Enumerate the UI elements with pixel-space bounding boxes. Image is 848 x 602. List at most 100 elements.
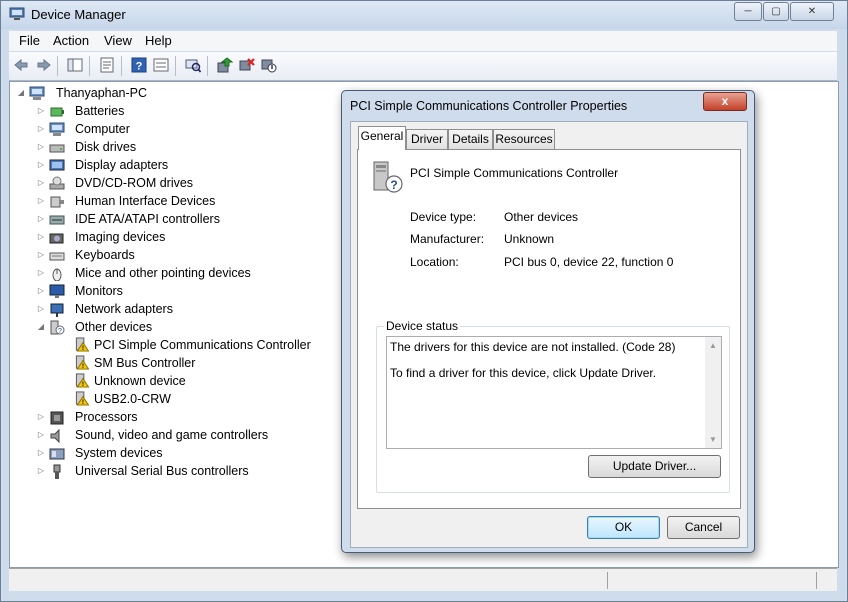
collapse-arrow-icon[interactable]: ◢: [16, 84, 26, 102]
menu-file[interactable]: File: [19, 33, 40, 48]
tree-category-label: Network adapters: [75, 302, 173, 316]
expand-arrow-icon[interactable]: ▷: [36, 102, 46, 120]
status-scrollbar[interactable]: ▲ ▼: [705, 337, 721, 448]
tab-details[interactable]: Details: [448, 129, 493, 149]
expand-arrow-icon[interactable]: ▷: [36, 120, 46, 138]
tree-category-label: IDE ATA/ATAPI controllers: [75, 212, 220, 226]
expand-arrow-icon[interactable]: ▷: [36, 426, 46, 444]
tab-general[interactable]: General: [358, 126, 406, 150]
svg-text:?: ?: [390, 178, 397, 192]
help-icon[interactable]: ?: [131, 57, 147, 73]
tree-category-label: Monitors: [75, 284, 123, 298]
expand-arrow-icon[interactable]: ▷: [36, 282, 46, 300]
minimize-button[interactable]: ─: [734, 2, 762, 21]
toolbar-separator: [207, 56, 208, 76]
tree-category-label: Imaging devices: [75, 230, 166, 244]
tree-category-label: Universal Serial Bus controllers: [75, 464, 249, 478]
status-separator: [816, 572, 817, 589]
device-name: PCI Simple Communications Controller: [410, 166, 619, 180]
device-type-value: Other devices: [504, 210, 579, 224]
expand-arrow-icon[interactable]: ▷: [36, 174, 46, 192]
disk-drive-icon: [49, 144, 65, 153]
expand-arrow-icon[interactable]: ▷: [36, 192, 46, 210]
location-label: Location:: [410, 255, 459, 269]
ok-button[interactable]: OK: [587, 516, 660, 539]
uninstall-icon[interactable]: [239, 57, 255, 73]
speaker-icon: [50, 428, 60, 443]
properties-dialog: PCI Simple Communications Controller Pro…: [341, 90, 755, 553]
svg-text:!: !: [82, 363, 84, 370]
expand-arrow-icon[interactable]: ▷: [36, 210, 46, 228]
network-adapter-icon: [50, 303, 64, 317]
tab-resources[interactable]: Resources: [493, 129, 555, 149]
dialog-body: General Driver Details Resources ? PCI S…: [350, 121, 748, 548]
dialog-title: PCI Simple Communications Controller Pro…: [350, 99, 628, 113]
menu-action[interactable]: Action: [53, 33, 89, 48]
expand-arrow-icon[interactable]: ▷: [36, 246, 46, 264]
collapse-arrow-icon[interactable]: ◢: [36, 318, 46, 336]
monitor-icon: [49, 284, 65, 298]
svg-text:!: !: [82, 399, 84, 406]
expand-arrow-icon[interactable]: ▷: [36, 462, 46, 480]
update-driver-icon[interactable]: [217, 57, 233, 73]
toolbar-separator: [57, 56, 58, 76]
status-bar: [9, 568, 837, 591]
expand-arrow-icon[interactable]: ▷: [36, 156, 46, 174]
svg-text:!: !: [82, 345, 84, 352]
tree-category-label: Display adapters: [75, 158, 169, 172]
tree-category-label: DVD/CD-ROM drives: [75, 176, 194, 190]
svg-text:?: ?: [136, 61, 143, 73]
forward-icon[interactable]: [36, 57, 52, 73]
computer-icon: [49, 122, 65, 136]
manufacturer-value: Unknown: [504, 232, 555, 246]
update-driver-button[interactable]: Update Driver...: [588, 455, 721, 478]
device-manager-icon: [9, 7, 25, 20]
device-status-textbox[interactable]: The drivers for this device are not inst…: [386, 336, 722, 449]
cancel-button[interactable]: Cancel: [667, 516, 740, 539]
keyboard-icon: [49, 252, 65, 261]
device-unknown-icon: ?: [373, 161, 403, 193]
expand-arrow-icon[interactable]: ▷: [36, 138, 46, 156]
tab-driver[interactable]: Driver: [406, 129, 448, 149]
tree-category-label: System devices: [75, 446, 163, 460]
expand-arrow-icon[interactable]: ▷: [36, 228, 46, 246]
tree-device-label: SM Bus Controller: [94, 356, 196, 370]
expand-arrow-icon[interactable]: ▷: [36, 408, 46, 426]
disable-icon[interactable]: [261, 57, 277, 73]
usb-icon: [53, 464, 61, 479]
menu-view[interactable]: View: [104, 33, 132, 48]
show-hide-tree-icon[interactable]: [67, 57, 83, 73]
warning-device-icon: !: [75, 373, 90, 388]
tree-category-label: Disk drives: [75, 140, 137, 154]
scroll-up-icon[interactable]: ▲: [705, 341, 721, 350]
expand-arrow-icon[interactable]: ▷: [36, 264, 46, 282]
dialog-close-button[interactable]: x: [703, 92, 747, 111]
device-status-group: Device status The drivers for this devic…: [376, 319, 730, 493]
close-button[interactable]: ✕: [790, 2, 834, 21]
system-device-icon: [49, 448, 65, 460]
properties-icon[interactable]: [99, 57, 115, 73]
mouse-icon: [52, 268, 62, 281]
computer-icon: [29, 86, 45, 100]
maximize-button[interactable]: ▢: [763, 2, 789, 21]
status-line-1: The drivers for this device are not inst…: [390, 340, 676, 354]
show-hide-tree-icon[interactable]: [153, 57, 169, 73]
expand-arrow-icon[interactable]: ▷: [36, 444, 46, 462]
expand-arrow-icon[interactable]: ▷: [36, 300, 46, 318]
tree-category-label: Computer: [75, 122, 130, 136]
warning-device-icon: !: [75, 337, 90, 352]
tree-category-label: Processors: [75, 410, 138, 424]
title-bar[interactable]: Device Manager ─ ▢ ✕: [1, 1, 847, 29]
ide-controller-icon: [49, 215, 65, 225]
tree-category-label: Human Interface Devices: [75, 194, 216, 208]
tree-device-label: PCI Simple Communications Controller: [94, 338, 311, 352]
back-icon[interactable]: [13, 57, 29, 73]
scan-changes-icon[interactable]: [185, 57, 201, 73]
other-devices-icon: ?: [50, 320, 65, 335]
tree-category-label: Sound, video and game controllers: [75, 428, 269, 442]
toolbar-separator: [89, 56, 90, 76]
menu-help[interactable]: Help: [145, 33, 172, 48]
toolbar: ?: [9, 52, 837, 81]
scroll-down-icon[interactable]: ▼: [705, 435, 721, 444]
display-adapter-icon: [49, 159, 65, 171]
